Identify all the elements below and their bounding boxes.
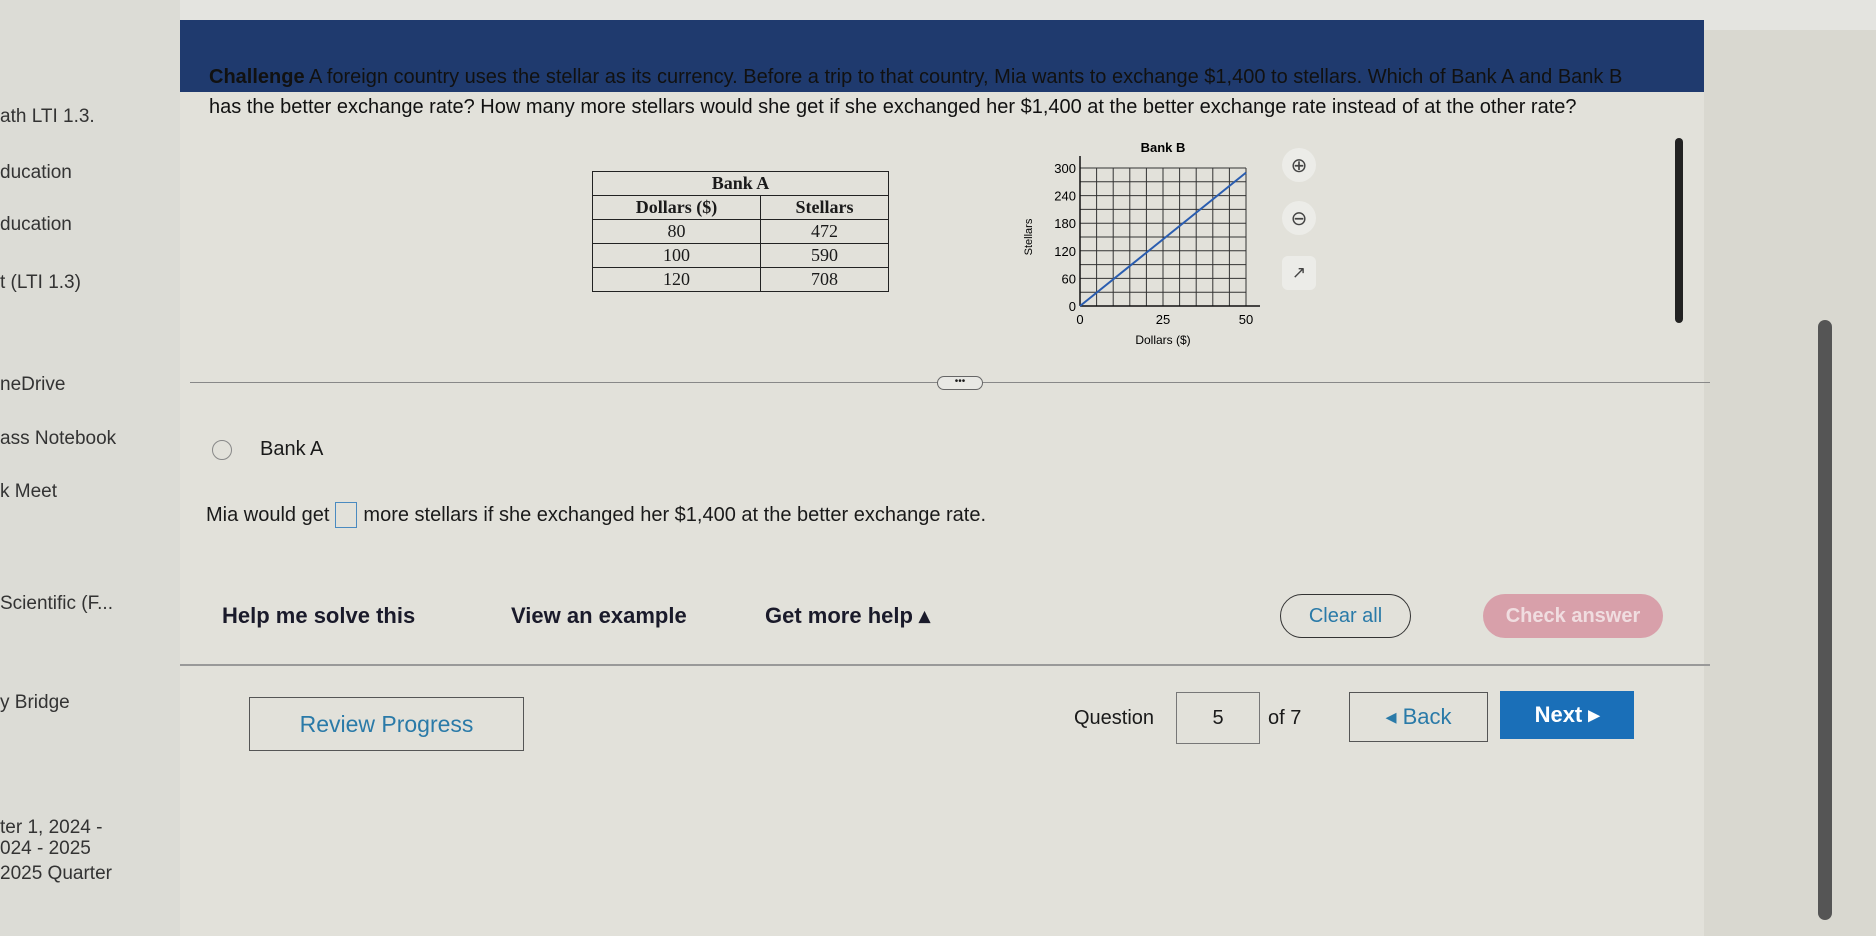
bank-b-chart: Bank B 0 60 120 180 240 300 0 25 50 Dollars ($) Ste…: [1023, 140, 1260, 347]
challenge-label: Challenge: [209, 66, 305, 88]
cell: 472: [760, 219, 889, 244]
x-tick-label: 50: [1239, 312, 1253, 327]
sidebar-item: 2025 Quarter: [0, 863, 112, 884]
chart-title: Bank B: [1141, 140, 1186, 155]
sidebar-item: 024 - 2025: [0, 838, 91, 859]
question-number-input[interactable]: 5: [1176, 692, 1260, 744]
x-tick-label: 25: [1156, 312, 1170, 327]
question-text: A foreign country uses the stellar as it…: [309, 66, 1623, 88]
table-title: Bank A: [592, 171, 889, 196]
y-tick-label: 60: [1062, 271, 1076, 286]
view-example-button[interactable]: View an example: [511, 603, 687, 629]
sidebar-item[interactable]: neDrive: [0, 374, 65, 396]
question-line-2: has the better exchange rate? How many m…: [209, 96, 1577, 119]
popout-icon[interactable]: ↗: [1282, 256, 1316, 290]
y-tick-label: 0: [1069, 299, 1076, 314]
next-button[interactable]: Next ▸: [1500, 691, 1634, 739]
sidebar-item[interactable]: k Meet: [0, 481, 57, 503]
sidebar-item[interactable]: ath LTI 1.3.: [0, 106, 95, 128]
sidebar-item: ter 1, 2024 -: [0, 817, 103, 838]
help-me-solve-button[interactable]: Help me solve this: [222, 603, 415, 629]
table-row: 120 708: [591, 267, 889, 292]
y-tick-label: 180: [1054, 216, 1076, 231]
table-row: 80 472: [591, 219, 889, 244]
answer-input[interactable]: [335, 502, 358, 528]
zoom-out-icon[interactable]: ⊖: [1282, 201, 1316, 235]
y-tick-label: 120: [1054, 244, 1076, 259]
question-label: Question: [1074, 707, 1155, 729]
get-more-help-button[interactable]: Get more help ▴: [765, 603, 930, 629]
sentence-text: more stellars if she exchanged her $1,40…: [363, 503, 987, 526]
check-answer-button[interactable]: Check answer: [1483, 594, 1663, 638]
y-axis-label: Stellars: [1023, 218, 1035, 255]
zoom-in-icon[interactable]: ⊕: [1282, 148, 1316, 182]
sentence-text: Mia would get: [206, 503, 330, 526]
col-header: Stellars: [760, 195, 889, 220]
answer-sentence: Mia would get more stellars if she excha…: [206, 502, 986, 528]
option-label: Bank A: [260, 438, 324, 460]
sidebar-item[interactable]: t (LTI 1.3): [0, 272, 81, 294]
col-header: Dollars ($): [591, 195, 762, 220]
sidebar-item[interactable]: ducation: [0, 214, 72, 236]
sidebar-item[interactable]: Scientific (F...: [0, 593, 113, 615]
main-panel: [180, 60, 1704, 936]
sidebar-item[interactable]: ducation: [0, 162, 72, 184]
table-row: 100 590: [591, 243, 889, 268]
review-progress-button[interactable]: Review Progress: [249, 697, 524, 751]
cell: 80: [591, 219, 762, 244]
question-total: of 7: [1268, 707, 1302, 729]
x-tick-label: 0: [1076, 312, 1083, 327]
sidebar: ath LTI 1.3. ducation ducation t (LTI 1.…: [0, 0, 180, 936]
back-button[interactable]: ◂ Back: [1349, 692, 1488, 742]
radio-bank-a[interactable]: [212, 440, 232, 460]
sidebar-item[interactable]: y Bridge: [0, 692, 70, 714]
bank-a-table: Bank A Dollars ($) Stellars 80 472 100 590 …: [591, 171, 889, 292]
sidebar-item[interactable]: ass Notebook: [0, 428, 116, 450]
cell: 120: [591, 267, 762, 292]
clear-all-button[interactable]: Clear all: [1280, 594, 1411, 638]
cell: 100: [591, 243, 762, 268]
expand-button[interactable]: •••: [937, 376, 983, 390]
y-tick-label: 240: [1054, 189, 1076, 204]
scrollbar-thumb[interactable]: [1675, 138, 1683, 323]
page-scrollbar[interactable]: [1818, 320, 1832, 920]
divider: [180, 664, 1710, 666]
cell: 708: [760, 267, 889, 292]
question-line-1: Challenge A foreign country uses the ste…: [209, 66, 1622, 89]
x-axis-label: Dollars ($): [1135, 333, 1190, 347]
y-tick-label: 300: [1054, 161, 1076, 176]
cell: 590: [760, 243, 889, 268]
